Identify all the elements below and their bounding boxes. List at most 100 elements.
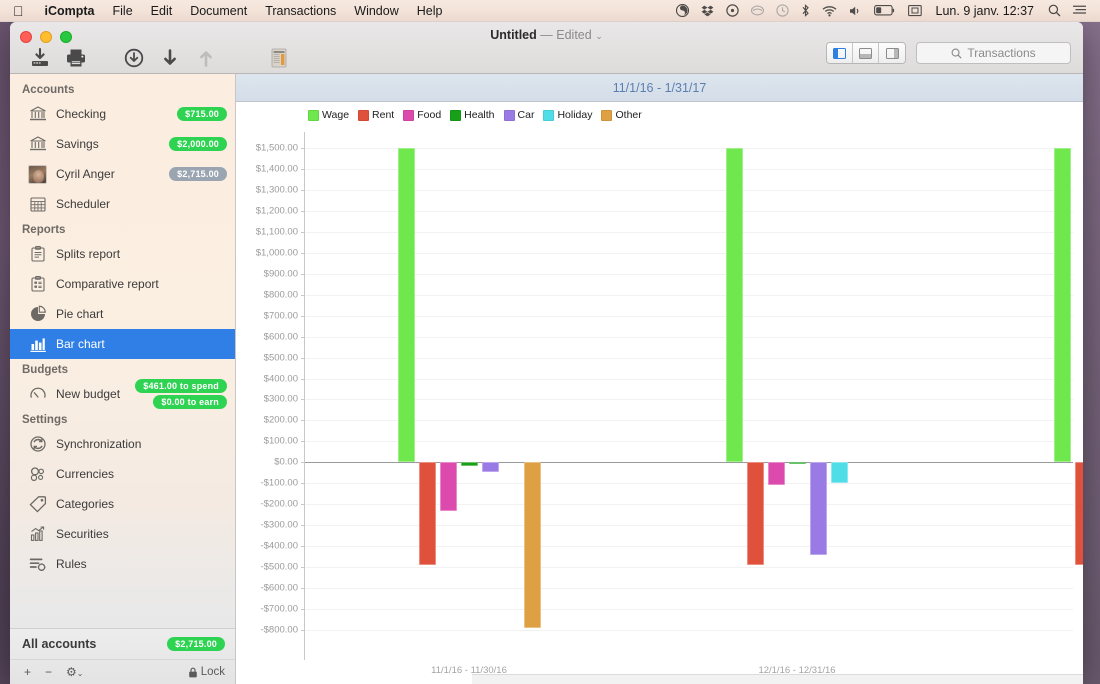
lock-button[interactable]: Lock [188, 666, 225, 678]
y-axis-tick-label: $300.00 [264, 394, 298, 405]
y-axis-tick-label: -$700.00 [260, 604, 298, 615]
menu-item-edit[interactable]: Edit [142, 4, 182, 18]
sidebar-item-comparative-report[interactable]: Comparative report [10, 269, 235, 299]
timemachine-icon[interactable] [770, 4, 795, 17]
bar-health-0[interactable] [461, 462, 478, 466]
battery-icon[interactable] [868, 5, 902, 16]
clipboard-icon [28, 245, 47, 264]
displays-icon[interactable] [902, 5, 928, 17]
legend-item-food[interactable]: Food [403, 109, 441, 121]
sidebar-item-currencies[interactable]: Currencies [10, 459, 235, 489]
sidebar-item-savings[interactable]: Savings $2,000.00 [10, 129, 235, 159]
bar-car-1[interactable] [810, 462, 827, 554]
bar-rent-1[interactable] [747, 462, 764, 565]
avatar [28, 165, 47, 184]
bar-wage-1[interactable] [726, 148, 743, 462]
sidebar-item-cyril-anger[interactable]: Cyril Anger $2,715.00 [10, 159, 235, 189]
sidebar-item-scheduler[interactable]: Scheduler [10, 189, 235, 219]
legend-swatch [308, 110, 319, 121]
sidebar-item-new-budget[interactable]: New budget $461.00 to spend $0.00 to ear… [10, 379, 235, 409]
wifi-icon[interactable] [816, 5, 843, 17]
legend-item-car[interactable]: Car [504, 109, 535, 121]
bar-chart-panel: 11/1/16 - 1/31/17 Wage Rent Food Health Car H… [236, 74, 1083, 684]
sidebar-item-bar-chart[interactable]: Bar chart [10, 329, 235, 359]
dropbox-icon[interactable] [695, 4, 720, 17]
creativecloud-icon[interactable] [745, 4, 770, 17]
y-axis-tick-label: $1,200.00 [256, 205, 298, 216]
print-icon[interactable] [58, 44, 94, 72]
gear-button[interactable]: ⚙⌄ [66, 665, 83, 679]
bar-wage-2[interactable] [1054, 148, 1071, 462]
search-input[interactable]: Transactions [916, 42, 1071, 64]
sidebar-item-checking[interactable]: Checking $715.00 [10, 99, 235, 129]
all-accounts-badge: $2,715.00 [167, 637, 225, 651]
search-icon[interactable] [1042, 4, 1067, 17]
legend-label: Wage [322, 109, 349, 121]
legend-item-health[interactable]: Health [450, 109, 494, 121]
sidebar-view-toggle[interactable] [827, 43, 853, 63]
legend-label: Rent [372, 109, 394, 121]
sidebar-item-rules[interactable]: Rules [10, 549, 235, 579]
remove-button[interactable]: − [45, 665, 52, 679]
calendar-icon [28, 195, 47, 214]
download-circle-icon[interactable] [116, 44, 152, 72]
sidebar-section-reports: Reports [10, 219, 235, 239]
bar-other-0[interactable] [524, 462, 541, 628]
notification-center-icon[interactable] [1067, 5, 1092, 16]
bar-health-1[interactable] [789, 462, 806, 464]
menu-item-document[interactable]: Document [181, 4, 256, 18]
sidebar-item-categories[interactable]: Categories [10, 489, 235, 519]
right-pane-icon [886, 48, 899, 59]
download-icon[interactable] [152, 44, 188, 72]
y-axis-tick-label: -$500.00 [260, 562, 298, 573]
bar-holiday-1[interactable] [831, 462, 848, 483]
volume-icon[interactable] [843, 5, 868, 17]
document-title[interactable]: Untitled — Edited ⌄ [10, 28, 1083, 42]
sidebar-item-securities[interactable]: Securities [10, 519, 235, 549]
horizontal-scrollbar[interactable] [472, 674, 1083, 684]
bluetooth-icon[interactable] [795, 4, 816, 17]
legend-item-holiday[interactable]: Holiday [543, 109, 592, 121]
disk-icon[interactable] [720, 4, 745, 17]
bar-wage-0[interactable] [398, 148, 415, 462]
import-icon[interactable] [22, 44, 58, 72]
y-axis-tick-label: -$100.00 [260, 478, 298, 489]
transactions-document-icon[interactable] [262, 44, 298, 72]
menu-item-icompta[interactable]: iCompta [36, 4, 104, 18]
lock-icon [188, 667, 198, 678]
apple-menu-icon[interactable]:  [0, 4, 36, 18]
sidebar-item-pie-chart[interactable]: Pie chart [10, 299, 235, 329]
crashplan-icon[interactable] [670, 4, 695, 17]
all-accounts-row[interactable]: All accounts $2,715.00 [10, 629, 235, 659]
sidebar-item-splits-report[interactable]: Splits report [10, 239, 235, 269]
upload-icon[interactable] [188, 44, 224, 72]
bar-rent-2[interactable] [1075, 462, 1083, 565]
bar-food-1[interactable] [768, 462, 785, 484]
legend-item-wage[interactable]: Wage [308, 109, 349, 121]
sidebar-item-label: Rules [56, 557, 87, 571]
sidebar-scroll-area: Accounts Checking $715.00 Savings $2,000… [10, 74, 235, 628]
legend-item-other[interactable]: Other [601, 109, 641, 121]
sidebar-item-synchronization[interactable]: Synchronization [10, 429, 235, 459]
chart-date-range-header[interactable]: 11/1/16 - 1/31/17 [236, 74, 1083, 102]
bar-food-0[interactable] [440, 462, 457, 511]
add-button[interactable]: + [24, 665, 31, 679]
sidebar-item-label: New budget [56, 387, 120, 401]
menu-item-window[interactable]: Window [345, 4, 407, 18]
bar-car-0[interactable] [482, 462, 499, 472]
menu-item-file[interactable]: File [104, 4, 142, 18]
menu-item-help[interactable]: Help [408, 4, 452, 18]
bottom-view-toggle[interactable] [853, 43, 879, 63]
sidebar-item-label: Comparative report [56, 277, 159, 291]
legend-label: Car [518, 109, 535, 121]
sidebar-item-label: Currencies [56, 467, 114, 481]
menu-item-transactions[interactable]: Transactions [256, 4, 345, 18]
y-axis-tick-label: -$200.00 [260, 499, 298, 510]
legend-swatch [358, 110, 369, 121]
menu-bar-clock[interactable]: Lun. 9 janv. 12:37 [928, 4, 1042, 18]
chevron-down-icon[interactable]: ⌄ [595, 31, 603, 41]
sidebar-item-label: Synchronization [56, 437, 141, 451]
right-view-toggle[interactable] [879, 43, 905, 63]
bar-rent-0[interactable] [419, 462, 436, 565]
legend-item-rent[interactable]: Rent [358, 109, 394, 121]
